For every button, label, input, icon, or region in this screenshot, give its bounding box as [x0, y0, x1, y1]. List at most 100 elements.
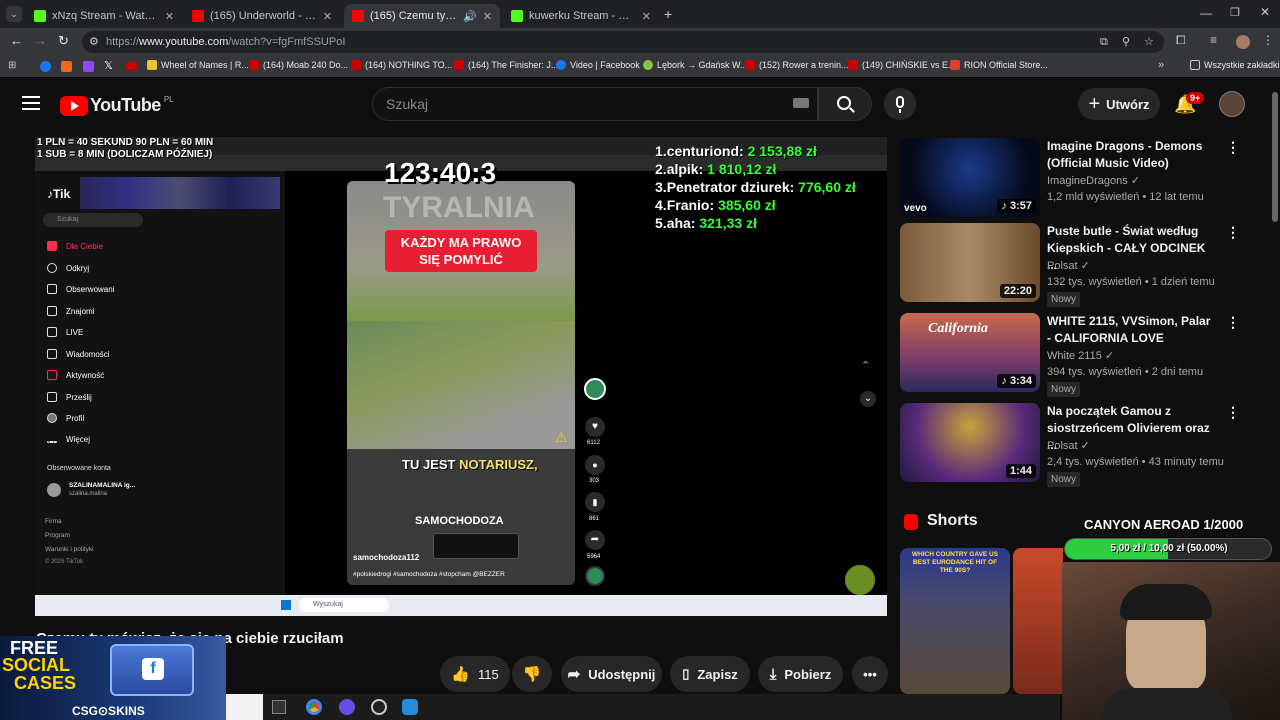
zoom-icon[interactable]: ⚲ [1122, 31, 1130, 53]
recommendation-title[interactable]: Imagine Dragons - Demons (Official Music… [1047, 138, 1217, 172]
more-actions-button[interactable]: ••• [852, 656, 888, 692]
bookmark-item[interactable]: (164) NOTHING TO... [351, 60, 452, 70]
bookmark-item[interactable]: RION Official Store... [950, 60, 1048, 70]
recommendation-channel[interactable]: Polsat ✓ [1047, 259, 1090, 272]
site-info-icon[interactable]: ⚙ [89, 31, 99, 53]
bookmark-item[interactable]: (164) The Finisher: J... [454, 60, 558, 70]
apps-grid-icon[interactable]: ⊞ [8, 60, 16, 71]
recommendation-thumbnail[interactable]: 22:20 [900, 223, 1040, 302]
tiktok-nav-friends[interactable]: Znajomi [47, 306, 94, 316]
tiktok-nav-live[interactable]: LIVE [47, 327, 83, 337]
chrome-icon[interactable] [306, 699, 322, 715]
browser-tab-1[interactable]: xNzq Stream - Watch Live on K ✕ [26, 4, 182, 28]
bookmark-item[interactable]: Lębork → Gdańsk W... [643, 60, 748, 70]
hamburger-menu-icon[interactable] [22, 96, 40, 110]
tiktok-nav-upload[interactable]: Prześlij [47, 392, 92, 402]
browser-tab-4[interactable]: kuwerku Stream - Watch Live o ✕ [503, 4, 659, 28]
following-account-name[interactable]: SZALINAMALINA ig... [69, 482, 135, 489]
dislike-button[interactable]: 👎 [512, 656, 552, 692]
like-heart-icon[interactable]: ♥ [585, 417, 605, 437]
bookmark-item[interactable]: Wheel of Names | R... [147, 60, 249, 70]
close-icon[interactable]: ✕ [483, 10, 492, 23]
video-hashtags[interactable]: #polskiedrogi #samochodoza #stopcham @BE… [353, 571, 505, 578]
recommendation-thumbnail[interactable]: California ♪ 3:34 [900, 313, 1040, 392]
voice-search-button[interactable] [884, 88, 916, 120]
share-button[interactable]: ➦ Udostępnij [561, 656, 662, 692]
more-options-icon[interactable]: ⋮ [1226, 314, 1240, 331]
sound-disc-icon[interactable] [585, 566, 605, 586]
video-player[interactable]: 1 PLN = 40 SEKUND 90 PLN = 60 MIN 1 SUB … [35, 137, 887, 616]
scroll-up-icon[interactable]: ⌃ [861, 359, 870, 372]
share-arrow-icon[interactable]: ➦ [585, 530, 605, 550]
keyboard-icon[interactable] [793, 98, 809, 108]
tiktok-nav-more[interactable]: Więcej [47, 435, 90, 444]
comment-icon[interactable]: ● [585, 455, 605, 475]
short-thumbnail[interactable]: WHICH COUNTRY GAVE US BEST EURODANCE HIT… [900, 548, 1010, 694]
recommendation-channel[interactable]: Polsat ✓ [1047, 439, 1090, 452]
close-icon[interactable]: ✕ [165, 10, 174, 23]
browser-menu-icon[interactable]: ⋮ [1262, 33, 1274, 47]
obs-icon[interactable] [371, 699, 387, 715]
creator-avatar[interactable] [584, 378, 606, 400]
user-avatar[interactable] [1219, 91, 1245, 117]
tiktok-nav-explore[interactable]: Odkryj [47, 263, 89, 273]
recommendation-channel[interactable]: White 2115 ✓ [1047, 349, 1114, 362]
minimize-icon[interactable]: — [1200, 6, 1212, 20]
tiktok-search-input[interactable]: Szukaj [43, 213, 143, 227]
browser-tab-2[interactable]: (165) Underworld - Born slippy ✕ [184, 4, 340, 28]
bookmark-star-icon[interactable]: ☆ [1144, 31, 1154, 53]
more-bookmarks-icon[interactable]: » [1158, 59, 1164, 71]
cast-icon[interactable]: ⧉ [1100, 31, 1108, 53]
bookmark-item[interactable]: Video | Facebook [556, 60, 640, 70]
back-arrow-icon[interactable]: ← [10, 33, 23, 48]
taskbar-app-icon[interactable] [402, 699, 418, 715]
bookmark-item[interactable]: (149) CHIŃSKIE vs E... [848, 60, 956, 70]
new-tab-plus-icon[interactable]: + [664, 6, 672, 22]
close-window-icon[interactable]: ✕ [1260, 5, 1270, 19]
twitch-bookmark-icon[interactable] [83, 61, 94, 72]
address-bar[interactable]: ⚙ https://www.youtube.com/watch?v=fgFmfS… [82, 31, 1164, 53]
tiktok-nav-activity[interactable]: Aktywność [47, 370, 104, 380]
create-button[interactable]: + Utwórz [1078, 88, 1160, 120]
footer-link-program[interactable]: Program [45, 532, 70, 539]
taskbar-app-icon[interactable] [226, 694, 263, 720]
close-icon[interactable]: ✕ [642, 10, 651, 23]
close-icon[interactable]: ✕ [323, 10, 332, 23]
tiktok-video[interactable]: TYRALNIA KAŻDY MA PRAWO SIĘ POMYLIĆ ⚠ TU… [347, 181, 575, 585]
forward-arrow-icon[interactable]: → [34, 33, 47, 48]
bookmark-item[interactable]: (152) Rower a trenin... [745, 60, 849, 70]
save-button[interactable]: ▯ Zapisz [670, 656, 750, 692]
restore-icon[interactable]: ❐ [1230, 6, 1240, 19]
page-scrollbar[interactable] [1272, 92, 1278, 222]
more-options-icon[interactable]: ⋮ [1226, 224, 1240, 241]
media-icon[interactable]: ≡ [1210, 33, 1217, 47]
tiktok-nav-for-you[interactable]: Dla Ciebie [47, 241, 103, 251]
recommendation-channel[interactable]: ImagineDragons ✓ [1047, 174, 1140, 187]
speaker-icon[interactable]: 🔊 [463, 10, 477, 23]
footer-link-company[interactable]: Firma [45, 518, 62, 525]
browser-tab-3[interactable]: (165) Czemu ty mówisz, że 🔊 ✕ [344, 4, 500, 28]
download-button[interactable]: ⤓ Pobierz [758, 656, 843, 692]
scroll-down-icon[interactable]: ⌄ [860, 391, 876, 407]
more-options-icon[interactable]: ⋮ [1226, 404, 1240, 421]
extensions-icon[interactable]: ⧠ [1176, 33, 1186, 48]
bookmark-icon[interactable] [61, 61, 72, 72]
bookmark-item[interactable]: (164) Moab 240 Do... [249, 60, 348, 70]
tiktok-nav-messages[interactable]: Wiadomości [47, 349, 110, 359]
all-bookmarks-folder[interactable]: Wszystkie zakładki [1190, 60, 1280, 70]
video-author[interactable]: samochodoza112 [353, 553, 419, 562]
short-thumbnail[interactable] [1013, 548, 1063, 694]
x-bookmark-icon[interactable]: 𝕏 [104, 59, 113, 72]
recommendation-thumbnail[interactable]: vevo ♪ 3:57 [900, 138, 1040, 217]
recommendation-title[interactable]: WHITE 2115, VVSimon, Palar - CALIFORNIA … [1047, 313, 1217, 347]
footer-link-terms[interactable]: Warunki i polityki [45, 546, 94, 553]
search-input[interactable]: Szukaj [372, 87, 818, 121]
more-options-icon[interactable]: ⋮ [1226, 139, 1240, 156]
facebook-bookmark-icon[interactable] [40, 61, 51, 72]
youtube-bookmark-icon[interactable] [126, 62, 137, 70]
terminal-icon[interactable] [272, 700, 286, 714]
taskbar-app-icon[interactable] [339, 699, 355, 715]
profile-avatar-icon[interactable] [1236, 35, 1250, 49]
tiktok-nav-following[interactable]: Obserwowani [47, 284, 114, 294]
youtube-logo[interactable]: YouTube PL [60, 95, 174, 116]
